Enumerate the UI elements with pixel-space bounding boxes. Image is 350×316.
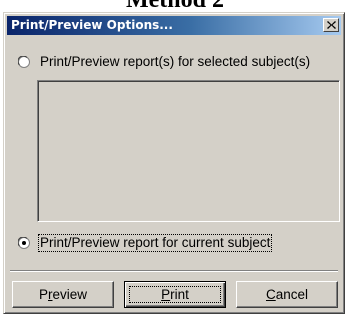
dialog-title: Print/Preview Options...	[11, 18, 173, 32]
close-icon	[327, 21, 336, 29]
option-selected-subjects[interactable]: Print/Preview report(s) for selected sub…	[18, 54, 311, 70]
cancel-button-label: Cancel	[265, 287, 309, 302]
option-current-subject[interactable]: Print/Preview report for current subject	[18, 234, 273, 252]
cancel-button[interactable]: Cancel	[236, 281, 338, 308]
preview-button-label: Preview	[38, 287, 88, 302]
print-preview-dialog: Print/Preview Options... Print/Preview r…	[3, 12, 345, 314]
close-button[interactable]	[323, 18, 339, 32]
preview-button[interactable]: Preview	[12, 281, 114, 308]
print-button-label: Print	[161, 287, 189, 302]
button-separator	[10, 270, 338, 272]
print-button[interactable]: Print	[124, 281, 226, 308]
subject-list[interactable]	[37, 80, 340, 222]
radio-checked-icon[interactable]	[18, 237, 30, 249]
option-current-subject-label: Print/Preview report for current subject	[37, 234, 273, 252]
radio-unchecked-icon[interactable]	[18, 56, 30, 68]
title-bar: Print/Preview Options...	[7, 16, 341, 35]
option-selected-subjects-label: Print/Preview report(s) for selected sub…	[40, 54, 311, 69]
